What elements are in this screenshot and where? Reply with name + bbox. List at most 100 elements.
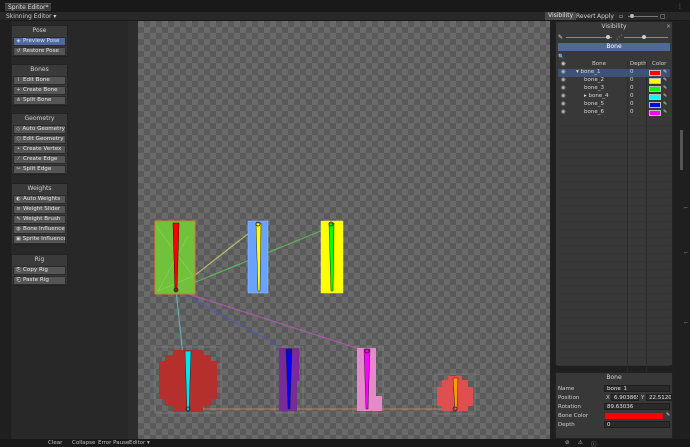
bone-color-swatch[interactable] — [649, 110, 661, 116]
close-icon[interactable]: × — [666, 23, 671, 30]
eyedropper-icon[interactable]: ✎ — [666, 412, 670, 418]
sprite-leg-pink[interactable] — [352, 346, 384, 414]
copy-rig-button[interactable]: ⎘ Copy Rig — [13, 266, 66, 275]
bone-color-swatch[interactable] — [649, 94, 661, 100]
weight-brush-button[interactable]: ✎ Weight Brush — [13, 215, 66, 224]
sprite-editor-tab[interactable]: Sprite Editor* — [5, 3, 52, 11]
name-field[interactable]: bone_1 — [604, 385, 670, 392]
search-input[interactable]: 🔍 — [558, 53, 670, 60]
edit-geometry-button[interactable]: ⬡ Edit Geometry — [13, 135, 66, 144]
sprite-influence-icon: ▣ — [16, 236, 21, 242]
right-scrollbar[interactable] — [680, 130, 683, 170]
create-edge-button[interactable]: ⁄ Create Edge — [13, 155, 66, 164]
weight-slider-button[interactable]: ≡ Weight Slider — [13, 205, 66, 214]
edit-bone-button[interactable]: ⌇ Edit Bone — [13, 76, 66, 85]
zoom-out-icon[interactable]: ▫ — [619, 13, 623, 20]
auto-weights-button[interactable]: ◐ Auto Weights — [13, 195, 66, 204]
bone-opacity-knob[interactable] — [606, 35, 610, 39]
bone-row-bone_1[interactable]: ◉ ▾ bone_1 0 ✎ — [558, 69, 670, 77]
eye-icon[interactable]: ◉ — [561, 101, 566, 107]
mesh-opacity-slider[interactable] — [624, 37, 668, 38]
bone-color-swatch[interactable] — [649, 70, 661, 76]
bone-name: bone_6 — [584, 109, 604, 115]
bone-row-bone_4[interactable]: ◉ ▸ bone_4 0 ✎ — [558, 93, 670, 101]
position-x-field[interactable]: 6.903865 — [611, 394, 639, 401]
editor-dropdown[interactable]: Editor ▾ — [129, 440, 150, 446]
bone-row-bone_3[interactable]: ◉ bone_3 0 ✎ — [558, 85, 670, 93]
split-edge-button[interactable]: ✂ Split Edge — [13, 165, 66, 174]
bone-color-field[interactable] — [605, 413, 663, 419]
bone-depth[interactable]: 0 — [630, 69, 634, 75]
error-pause-button[interactable]: Error Pause — [98, 440, 129, 446]
empty-row — [558, 278, 670, 286]
clear-button[interactable]: Clear — [48, 440, 62, 446]
bone-depth[interactable]: 0 — [630, 93, 634, 99]
bone-color-swatch[interactable] — [649, 102, 661, 108]
eye-icon[interactable]: ◉ — [561, 85, 566, 91]
position-label: Position — [558, 395, 580, 401]
eyedropper-icon[interactable]: ✎ — [663, 85, 667, 91]
bone-row-bone_2[interactable]: ◉ bone_2 0 ✎ — [558, 77, 670, 85]
bone-edit-icon: ⌇ — [17, 77, 20, 83]
tool-group-rig: Rig ⎘ Copy Rig ⎗ Paste Rig — [11, 254, 68, 286]
bone-depth[interactable]: 0 — [630, 109, 634, 115]
eye-icon[interactable]: ◉ — [561, 93, 566, 99]
bone-influence-button[interactable]: ◍ Bone Influence — [13, 225, 66, 234]
restore-pose-button[interactable]: ↺ Restore Pose — [13, 47, 66, 56]
sprite-tail-red[interactable] — [434, 373, 476, 415]
bone-color-swatch[interactable] — [649, 86, 661, 92]
eye-icon[interactable]: ◉ — [561, 69, 566, 75]
expand-arrow-icon[interactable]: ▸ — [584, 93, 587, 99]
collapse-button[interactable]: Collapse — [72, 440, 95, 446]
bone-create-icon: + — [16, 87, 21, 93]
zoom-slider[interactable] — [628, 14, 658, 18]
eye-icon[interactable]: ◉ — [561, 109, 566, 115]
auto-geometry-button[interactable]: ◇ Auto Geometry — [13, 125, 66, 134]
expand-arrow-icon[interactable]: ▾ — [576, 69, 579, 75]
position-y-label: Y — [641, 395, 645, 401]
visibility-button[interactable]: Visibility — [545, 12, 577, 20]
revert-button[interactable]: Revert — [576, 13, 596, 20]
eyedropper-icon[interactable]: ✎ — [663, 93, 667, 99]
eyedropper-icon[interactable]: ✎ — [663, 77, 667, 83]
depth-field[interactable]: 0 — [604, 421, 670, 428]
paste-rig-button[interactable]: ⎗ Paste Rig — [13, 276, 66, 285]
tab-bone[interactable]: Bone — [558, 43, 670, 51]
sprite-influence-button[interactable]: ▣ Sprite Influence — [13, 235, 66, 244]
rotation-field[interactable]: 89.63036 — [604, 403, 670, 410]
sprite-arm-blue[interactable] — [247, 220, 269, 294]
sprite-torso[interactable] — [154, 220, 196, 295]
sprite-leg-purple[interactable] — [274, 346, 304, 414]
bone-depth[interactable]: 0 — [630, 77, 634, 83]
eyedropper-icon[interactable]: ✎ — [663, 109, 667, 115]
bone-color-swatch[interactable] — [649, 78, 661, 84]
split-bone-button[interactable]: ⋔ Split Bone — [13, 96, 66, 105]
preview-pose-button[interactable]: ◈ Preview Pose — [13, 37, 66, 46]
eye-icon[interactable]: ◉ — [561, 77, 566, 83]
zoom-in-icon[interactable]: ▢ — [660, 13, 666, 20]
warning-count-icon: ⚠ — [578, 440, 583, 446]
bone-depth[interactable]: 0 — [630, 85, 634, 91]
bone-row-bone_5[interactable]: ◉ bone_5 0 ✎ — [558, 101, 670, 109]
sprite-viewport[interactable] — [128, 21, 550, 439]
create-bone-button[interactable]: + Create Bone — [13, 86, 66, 95]
apply-button[interactable]: Apply — [597, 13, 614, 20]
bone-row-bone_6[interactable]: ◉ bone_6 0 ✎ — [558, 109, 670, 117]
viewport-canvas[interactable] — [128, 21, 550, 439]
tab-menu-icon[interactable]: ⋮ — [677, 3, 683, 10]
editor-toolbar: Skinning Editor ▾ Visibility Revert Appl… — [0, 12, 690, 21]
empty-row — [558, 198, 670, 206]
bone-depth[interactable]: 0 — [630, 101, 634, 107]
empty-row — [558, 182, 670, 190]
eyedropper-icon[interactable]: ✎ — [663, 69, 667, 75]
position-y-field[interactable]: 22.51204 — [646, 394, 672, 401]
pose-icon: ◈ — [16, 38, 21, 44]
sprite-head-red[interactable] — [154, 346, 222, 414]
mode-dropdown[interactable]: Skinning Editor ▾ — [6, 13, 56, 20]
tool-label: Create Bone — [23, 87, 58, 93]
empty-row — [558, 222, 670, 230]
create-vertex-button[interactable]: • Create Vertex — [13, 145, 66, 154]
mesh-opacity-knob[interactable] — [642, 35, 646, 39]
eyedropper-icon[interactable]: ✎ — [663, 101, 667, 107]
sprite-arm-yellow[interactable] — [320, 220, 344, 294]
